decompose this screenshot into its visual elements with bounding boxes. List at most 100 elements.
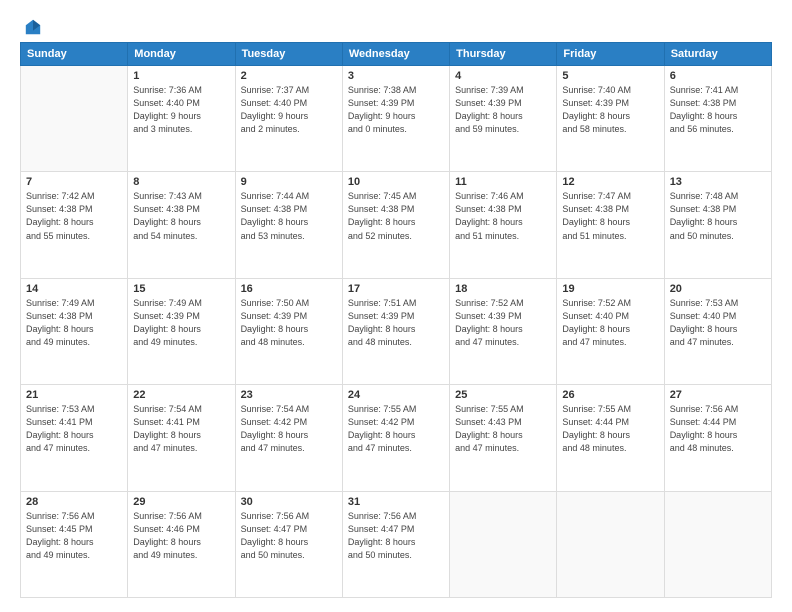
day-number: 3 bbox=[348, 70, 444, 82]
page: SundayMondayTuesdayWednesdayThursdayFrid… bbox=[0, 0, 792, 612]
day-info: Sunrise: 7:38 AMSunset: 4:39 PMDaylight:… bbox=[348, 84, 444, 136]
week-row-4: 21Sunrise: 7:53 AMSunset: 4:41 PMDayligh… bbox=[21, 385, 772, 491]
day-info: Sunrise: 7:54 AMSunset: 4:41 PMDaylight:… bbox=[133, 403, 229, 455]
calendar-cell: 10 Sunrise: 7:45 AMSunset: 4:38 PMDayligh… bbox=[342, 172, 449, 278]
day-number: 31 bbox=[348, 496, 444, 508]
week-row-3: 14Sunrise: 7:49 AMSunset: 4:38 PMDayligh… bbox=[21, 278, 772, 384]
day-info: Sunrise: 7:56 AMSunset: 4:45 PMDaylight:… bbox=[26, 510, 122, 562]
day-info: Sunrise: 7:50 AMSunset: 4:39 PMDaylight:… bbox=[241, 297, 337, 349]
day-number: 29 bbox=[133, 496, 229, 508]
calendar-cell: 16 Sunrise: 7:50 AMSunset: 4:39 PMDayligh… bbox=[235, 278, 342, 384]
day-number: 10 bbox=[348, 176, 444, 188]
calendar-cell: 21Sunrise: 7:53 AMSunset: 4:41 PMDayligh… bbox=[21, 385, 128, 491]
calendar-cell: 28 Sunrise: 7:56 AMSunset: 4:45 PMDayligh… bbox=[21, 491, 128, 597]
day-number: 12 bbox=[562, 176, 658, 188]
day-info: Sunrise: 7:53 AMSunset: 4:40 PMDaylight:… bbox=[670, 297, 766, 349]
day-info: Sunrise: 7:52 AMSunset: 4:39 PMDaylight:… bbox=[455, 297, 551, 349]
logo-icon bbox=[24, 18, 42, 36]
calendar-cell: 30 Sunrise: 7:56 AMSunset: 4:47 PMDayligh… bbox=[235, 491, 342, 597]
day-info: Sunrise: 7:42 AMSunset: 4:38 PMDaylight:… bbox=[26, 190, 122, 242]
calendar-cell: 24 Sunrise: 7:55 AMSunset: 4:42 PMDayligh… bbox=[342, 385, 449, 491]
calendar-cell: 13 Sunrise: 7:48 AMSunset: 4:38 PMDayligh… bbox=[664, 172, 771, 278]
day-info: Sunrise: 7:45 AMSunset: 4:38 PMDaylight:… bbox=[348, 190, 444, 242]
calendar-cell: 17Sunrise: 7:51 AMSunset: 4:39 PMDayligh… bbox=[342, 278, 449, 384]
day-number: 28 bbox=[26, 496, 122, 508]
day-info: Sunrise: 7:47 AMSunset: 4:38 PMDaylight:… bbox=[562, 190, 658, 242]
day-info: Sunrise: 7:36 AMSunset: 4:40 PMDaylight:… bbox=[133, 84, 229, 136]
column-header-sunday: Sunday bbox=[21, 43, 128, 66]
day-number: 15 bbox=[133, 283, 229, 295]
day-info: Sunrise: 7:37 AMSunset: 4:40 PMDaylight:… bbox=[241, 84, 337, 136]
day-number: 8 bbox=[133, 176, 229, 188]
day-number: 26 bbox=[562, 389, 658, 401]
day-number: 23 bbox=[241, 389, 337, 401]
column-header-saturday: Saturday bbox=[664, 43, 771, 66]
day-number: 4 bbox=[455, 70, 551, 82]
calendar-cell: 19Sunrise: 7:52 AMSunset: 4:40 PMDayligh… bbox=[557, 278, 664, 384]
calendar-cell: 18 Sunrise: 7:52 AMSunset: 4:39 PMDayligh… bbox=[450, 278, 557, 384]
calendar-cell: 31 Sunrise: 7:56 AMSunset: 4:47 PMDayligh… bbox=[342, 491, 449, 597]
logo bbox=[20, 18, 42, 32]
day-number: 30 bbox=[241, 496, 337, 508]
column-header-monday: Monday bbox=[128, 43, 235, 66]
week-row-1: 1 Sunrise: 7:36 AMSunset: 4:40 PMDaylight… bbox=[21, 66, 772, 172]
calendar-cell: 9 Sunrise: 7:44 AMSunset: 4:38 PMDaylight… bbox=[235, 172, 342, 278]
column-header-wednesday: Wednesday bbox=[342, 43, 449, 66]
day-info: Sunrise: 7:55 AMSunset: 4:43 PMDaylight:… bbox=[455, 403, 551, 455]
column-header-tuesday: Tuesday bbox=[235, 43, 342, 66]
calendar-cell: 22 Sunrise: 7:54 AMSunset: 4:41 PMDayligh… bbox=[128, 385, 235, 491]
calendar-cell: 2 Sunrise: 7:37 AMSunset: 4:40 PMDaylight… bbox=[235, 66, 342, 172]
calendar-cell: 11Sunrise: 7:46 AMSunset: 4:38 PMDayligh… bbox=[450, 172, 557, 278]
column-header-thursday: Thursday bbox=[450, 43, 557, 66]
calendar-cell: 12 Sunrise: 7:47 AMSunset: 4:38 PMDayligh… bbox=[557, 172, 664, 278]
calendar-cell: 27Sunrise: 7:56 AMSunset: 4:44 PMDayligh… bbox=[664, 385, 771, 491]
day-number: 1 bbox=[133, 70, 229, 82]
calendar-cell: 14Sunrise: 7:49 AMSunset: 4:38 PMDayligh… bbox=[21, 278, 128, 384]
calendar-cell: 4 Sunrise: 7:39 AMSunset: 4:39 PMDaylight… bbox=[450, 66, 557, 172]
day-info: Sunrise: 7:56 AMSunset: 4:44 PMDaylight:… bbox=[670, 403, 766, 455]
calendar-cell: 26 Sunrise: 7:55 AMSunset: 4:44 PMDayligh… bbox=[557, 385, 664, 491]
day-info: Sunrise: 7:49 AMSunset: 4:39 PMDaylight:… bbox=[133, 297, 229, 349]
day-info: Sunrise: 7:46 AMSunset: 4:38 PMDaylight:… bbox=[455, 190, 551, 242]
day-number: 22 bbox=[133, 389, 229, 401]
day-info: Sunrise: 7:39 AMSunset: 4:39 PMDaylight:… bbox=[455, 84, 551, 136]
day-info: Sunrise: 7:52 AMSunset: 4:40 PMDaylight:… bbox=[562, 297, 658, 349]
day-info: Sunrise: 7:54 AMSunset: 4:42 PMDaylight:… bbox=[241, 403, 337, 455]
calendar-cell: 1 Sunrise: 7:36 AMSunset: 4:40 PMDaylight… bbox=[128, 66, 235, 172]
day-info: Sunrise: 7:55 AMSunset: 4:44 PMDaylight:… bbox=[562, 403, 658, 455]
day-number: 14 bbox=[26, 283, 122, 295]
day-number: 2 bbox=[241, 70, 337, 82]
day-info: Sunrise: 7:56 AMSunset: 4:47 PMDaylight:… bbox=[348, 510, 444, 562]
calendar-cell: 23 Sunrise: 7:54 AMSunset: 4:42 PMDayligh… bbox=[235, 385, 342, 491]
header bbox=[20, 18, 772, 32]
calendar-cell: 25 Sunrise: 7:55 AMSunset: 4:43 PMDayligh… bbox=[450, 385, 557, 491]
calendar-cell bbox=[664, 491, 771, 597]
day-number: 21 bbox=[26, 389, 122, 401]
day-number: 25 bbox=[455, 389, 551, 401]
day-number: 20 bbox=[670, 283, 766, 295]
calendar-cell: 6 Sunrise: 7:41 AMSunset: 4:38 PMDaylight… bbox=[664, 66, 771, 172]
day-number: 13 bbox=[670, 176, 766, 188]
day-info: Sunrise: 7:43 AMSunset: 4:38 PMDaylight:… bbox=[133, 190, 229, 242]
day-number: 5 bbox=[562, 70, 658, 82]
day-info: Sunrise: 7:55 AMSunset: 4:42 PMDaylight:… bbox=[348, 403, 444, 455]
day-number: 9 bbox=[241, 176, 337, 188]
day-info: Sunrise: 7:56 AMSunset: 4:47 PMDaylight:… bbox=[241, 510, 337, 562]
calendar-table: SundayMondayTuesdayWednesdayThursdayFrid… bbox=[20, 42, 772, 598]
day-number: 18 bbox=[455, 283, 551, 295]
day-info: Sunrise: 7:40 AMSunset: 4:39 PMDaylight:… bbox=[562, 84, 658, 136]
calendar-cell: 15 Sunrise: 7:49 AMSunset: 4:39 PMDayligh… bbox=[128, 278, 235, 384]
day-info: Sunrise: 7:41 AMSunset: 4:38 PMDaylight:… bbox=[670, 84, 766, 136]
calendar-cell: 3 Sunrise: 7:38 AMSunset: 4:39 PMDaylight… bbox=[342, 66, 449, 172]
calendar-cell: 20 Sunrise: 7:53 AMSunset: 4:40 PMDayligh… bbox=[664, 278, 771, 384]
calendar-cell bbox=[557, 491, 664, 597]
week-row-2: 7Sunrise: 7:42 AMSunset: 4:38 PMDaylight… bbox=[21, 172, 772, 278]
day-number: 16 bbox=[241, 283, 337, 295]
day-number: 24 bbox=[348, 389, 444, 401]
day-info: Sunrise: 7:44 AMSunset: 4:38 PMDaylight:… bbox=[241, 190, 337, 242]
calendar-header-row: SundayMondayTuesdayWednesdayThursdayFrid… bbox=[21, 43, 772, 66]
day-number: 6 bbox=[670, 70, 766, 82]
day-info: Sunrise: 7:56 AMSunset: 4:46 PMDaylight:… bbox=[133, 510, 229, 562]
day-number: 17 bbox=[348, 283, 444, 295]
day-info: Sunrise: 7:48 AMSunset: 4:38 PMDaylight:… bbox=[670, 190, 766, 242]
